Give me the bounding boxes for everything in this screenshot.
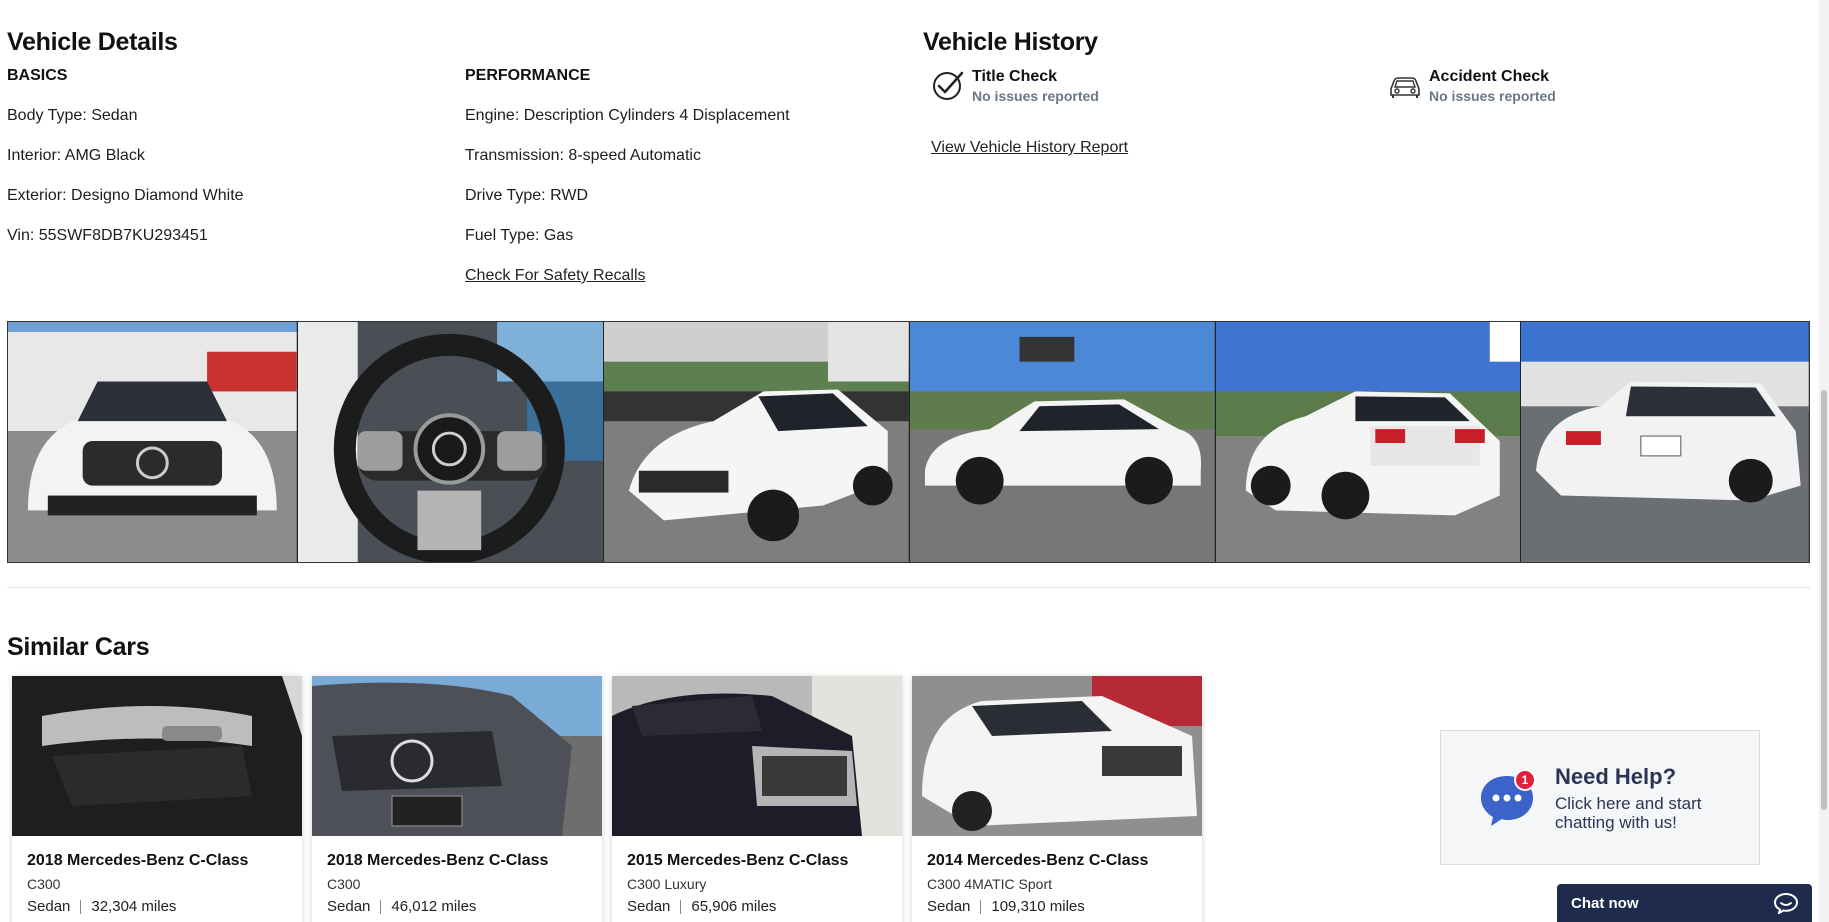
spec-interior: Interior: AMG Black	[7, 147, 145, 164]
similar-car-title[interactable]: 2018 Mercedes-Benz C-Class	[27, 852, 287, 870]
meta-separator	[80, 899, 82, 914]
similar-car-miles: 32,304 miles	[91, 898, 177, 915]
performance-label: PERFORMANCE	[465, 67, 591, 84]
need-help-subtitle: Click here and start chatting with us!	[1555, 793, 1702, 832]
similar-car-trim: C300 4MATIC Sport	[927, 876, 1053, 892]
similar-car-title[interactable]: 2014 Mercedes-Benz C-Class	[927, 852, 1187, 870]
accident-check-label: Accident Check	[1429, 68, 1550, 85]
similar-car-card[interactable]: 2015 Mercedes-Benz C-Class C300 Luxury S…	[612, 676, 902, 922]
vehicle-details-section: Vehicle Details BASICS Body Type: Sedan …	[7, 24, 1812, 294]
accident-check-status: No issues reported	[1429, 88, 1556, 104]
similar-car-trim: C300	[327, 876, 361, 892]
vehicle-history-report-link[interactable]: View Vehicle History Report	[931, 139, 1128, 157]
meta-separator	[980, 899, 982, 914]
similar-car-body: Sedan	[27, 898, 71, 915]
gallery-photo-rear-angle[interactable]	[1215, 322, 1522, 562]
similar-car-miles: 65,906 miles	[691, 898, 777, 915]
similar-cars-list: 2018 Mercedes-Benz C-Class C300 Sedan 32,…	[12, 676, 1202, 922]
similar-car-image[interactable]	[12, 676, 302, 836]
basics-label: BASICS	[7, 67, 68, 84]
chat-icon	[1774, 892, 1798, 914]
gallery-photo-front-angle[interactable]	[604, 322, 910, 562]
title-check-status: No issues reported	[972, 88, 1099, 104]
chat-now-label: Chat now	[1571, 894, 1639, 912]
title-check-label: Title Check	[972, 68, 1058, 85]
page-scrollbar[interactable]	[1819, 0, 1829, 922]
car-icon	[1390, 77, 1420, 98]
spec-engine: Engine: Description Cylinders 4 Displace…	[465, 107, 790, 124]
similar-car-trim: C300 Luxury	[627, 876, 707, 892]
similar-car-body: Sedan	[927, 898, 971, 915]
section-divider	[7, 587, 1810, 588]
accident-check-item: Accident Check No issues reported	[1387, 67, 1556, 106]
scrollbar-thumb[interactable]	[1821, 390, 1827, 810]
similar-car-body: Sedan	[627, 898, 671, 915]
similar-cars-title: Similar Cars	[7, 633, 150, 661]
similar-car-image[interactable]	[312, 676, 602, 836]
similar-car-card[interactable]: 2014 Mercedes-Benz C-Class C300 4MATIC S…	[912, 676, 1202, 922]
gallery-photo-side[interactable]	[909, 322, 1216, 562]
need-help-title: Need Help?	[1555, 763, 1677, 789]
chat-now-bar[interactable]: Chat now	[1557, 884, 1812, 922]
meta-separator	[680, 899, 682, 914]
similar-car-image[interactable]	[912, 676, 1202, 836]
help-badge-count: 1	[1522, 773, 1529, 787]
spec-exterior: Exterior: Designo Diamond White	[7, 187, 244, 204]
gallery-photo-front[interactable]	[8, 322, 298, 562]
vehicle-history-title: Vehicle History	[923, 28, 1098, 56]
gallery-photo-rear[interactable]	[1521, 322, 1809, 562]
gallery-photo-steering[interactable]	[297, 322, 605, 562]
spec-vin: Vin: 55SWF8DB7KU293451	[7, 227, 208, 244]
meta-separator	[380, 899, 382, 914]
spec-transmission: Transmission: 8-speed Automatic	[465, 147, 701, 164]
spec-fuel-type: Fuel Type: Gas	[465, 227, 574, 244]
photo-gallery	[7, 321, 1810, 563]
spec-drive-type: Drive Type: RWD	[465, 187, 588, 204]
similar-car-title[interactable]: 2015 Mercedes-Benz C-Class	[627, 852, 887, 870]
similar-car-miles: 46,012 miles	[391, 898, 477, 915]
similar-car-trim: C300	[27, 876, 61, 892]
spec-body-type: Body Type: Sedan	[7, 107, 138, 124]
similar-car-title[interactable]: 2018 Mercedes-Benz C-Class	[327, 852, 587, 870]
similar-car-card[interactable]: 2018 Mercedes-Benz C-Class C300 Sedan 32,…	[12, 676, 302, 922]
similar-car-image[interactable]	[612, 676, 902, 836]
similar-car-card[interactable]: 2018 Mercedes-Benz C-Class C300 Sedan 46,…	[312, 676, 602, 922]
checkmark-circle-icon	[933, 71, 964, 100]
similar-car-miles: 109,310 miles	[991, 898, 1085, 915]
title-check-item: Title Check No issues reported	[930, 67, 1099, 106]
chat-bubble-icon: 1	[1477, 768, 1537, 828]
similar-car-body: Sedan	[327, 898, 371, 915]
safety-recalls-link[interactable]: Check For Safety Recalls	[465, 267, 646, 285]
vehicle-details-title: Vehicle Details	[7, 28, 178, 56]
need-help-widget[interactable]: 1 Need Help? Click here and start chatti…	[1440, 730, 1760, 865]
